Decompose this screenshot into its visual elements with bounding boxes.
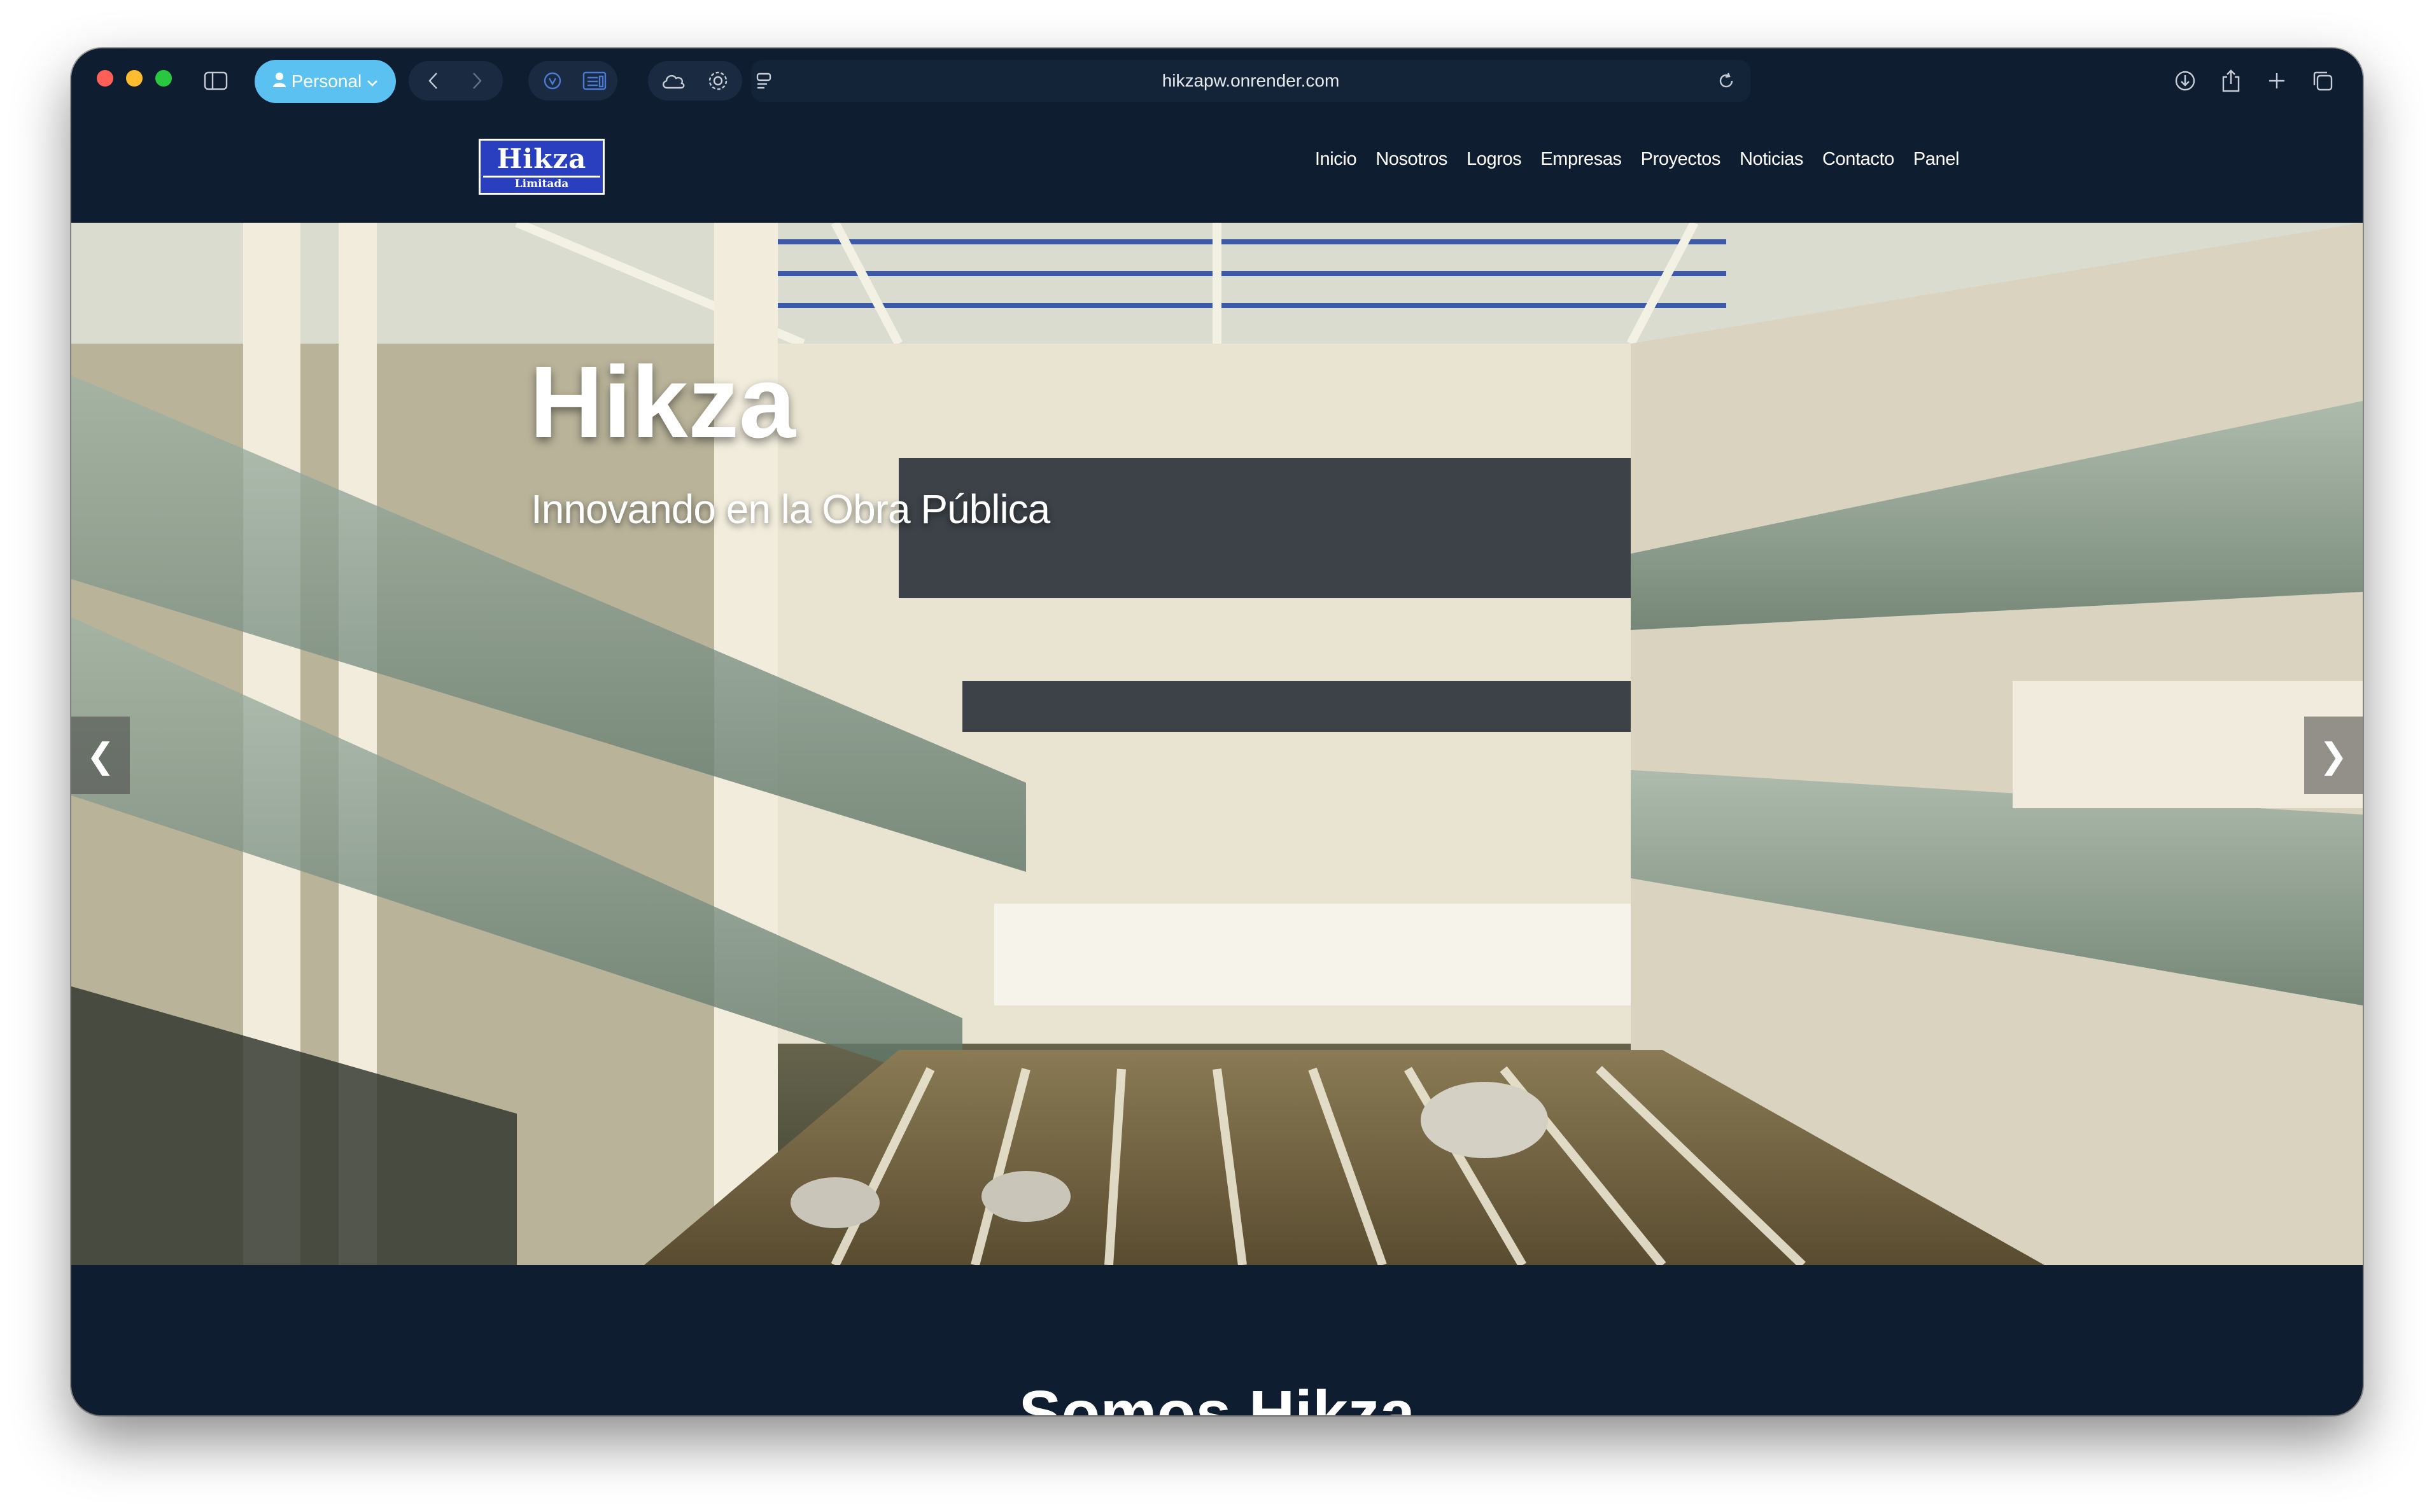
hero-carousel: Hikza Innovando en la Obra Pública ❮ ❯ xyxy=(71,223,2363,1265)
zoom-window-button[interactable] xyxy=(155,70,172,87)
nav-contacto[interactable]: Contacto xyxy=(1822,149,1894,170)
reader-extension-icon[interactable] xyxy=(575,62,614,99)
profile-label: Personal xyxy=(291,71,362,91)
nav-empresas[interactable]: Empresas xyxy=(1540,149,1622,170)
chevron-down-icon xyxy=(367,71,378,92)
url-text: hikzapw.onrender.com xyxy=(1162,71,1340,90)
sidebar-toggle-icon[interactable] xyxy=(196,62,236,99)
hero-title: Hikza xyxy=(530,345,796,459)
downloads-icon[interactable] xyxy=(2165,62,2205,99)
nav-noticias[interactable]: Noticias xyxy=(1740,149,1803,170)
chevron-right-icon: ❯ xyxy=(2319,736,2348,775)
site-header: Hikza Limitada Inicio Nosotros Logros Em… xyxy=(71,113,2363,223)
cloud-icon[interactable] xyxy=(653,62,694,99)
profile-button[interactable]: Personal xyxy=(255,60,396,103)
reload-icon[interactable] xyxy=(1707,62,1745,99)
extension-icon[interactable] xyxy=(533,62,572,99)
carousel-prev-button[interactable]: ❮ xyxy=(71,717,130,794)
minimize-window-button[interactable] xyxy=(126,70,143,87)
section-title: Somos Hikza xyxy=(1018,1378,1416,1415)
tab-overview-icon[interactable] xyxy=(2303,62,2342,99)
main-nav: Inicio Nosotros Logros Empresas Proyecto… xyxy=(1315,149,1960,170)
hikza-logo[interactable]: Hikza Limitada xyxy=(479,139,605,195)
nav-panel[interactable]: Panel xyxy=(1913,149,1960,170)
chevron-left-icon: ❮ xyxy=(86,736,115,775)
address-bar[interactable]: hikzapw.onrender.com xyxy=(751,60,1750,102)
person-icon xyxy=(272,71,286,92)
logo-text: Hikza xyxy=(496,143,587,174)
new-tab-icon[interactable] xyxy=(2257,62,2297,99)
gear-icon[interactable] xyxy=(698,62,738,99)
carousel-next-button[interactable]: ❯ xyxy=(2304,717,2363,794)
nav-nosotros[interactable]: Nosotros xyxy=(1375,149,1447,170)
nav-logros[interactable]: Logros xyxy=(1467,149,1522,170)
hero-subtitle: Innovando en la Obra Pública xyxy=(531,486,1050,532)
forward-icon[interactable] xyxy=(456,62,498,99)
back-icon[interactable] xyxy=(412,62,454,99)
share-icon[interactable] xyxy=(2211,62,2251,99)
close-window-button[interactable] xyxy=(97,70,113,87)
nav-inicio[interactable]: Inicio xyxy=(1315,149,1357,170)
nav-proyectos[interactable]: Proyectos xyxy=(1641,149,1721,170)
browser-toolbar: Personal hikzapw.onrender.com xyxy=(71,48,2363,115)
atrium-photo xyxy=(71,223,2363,1265)
logo-subtext: Limitada xyxy=(483,176,600,190)
browser-window: Personal hikzapw.onrender.com Hikza Limi… xyxy=(71,48,2363,1415)
